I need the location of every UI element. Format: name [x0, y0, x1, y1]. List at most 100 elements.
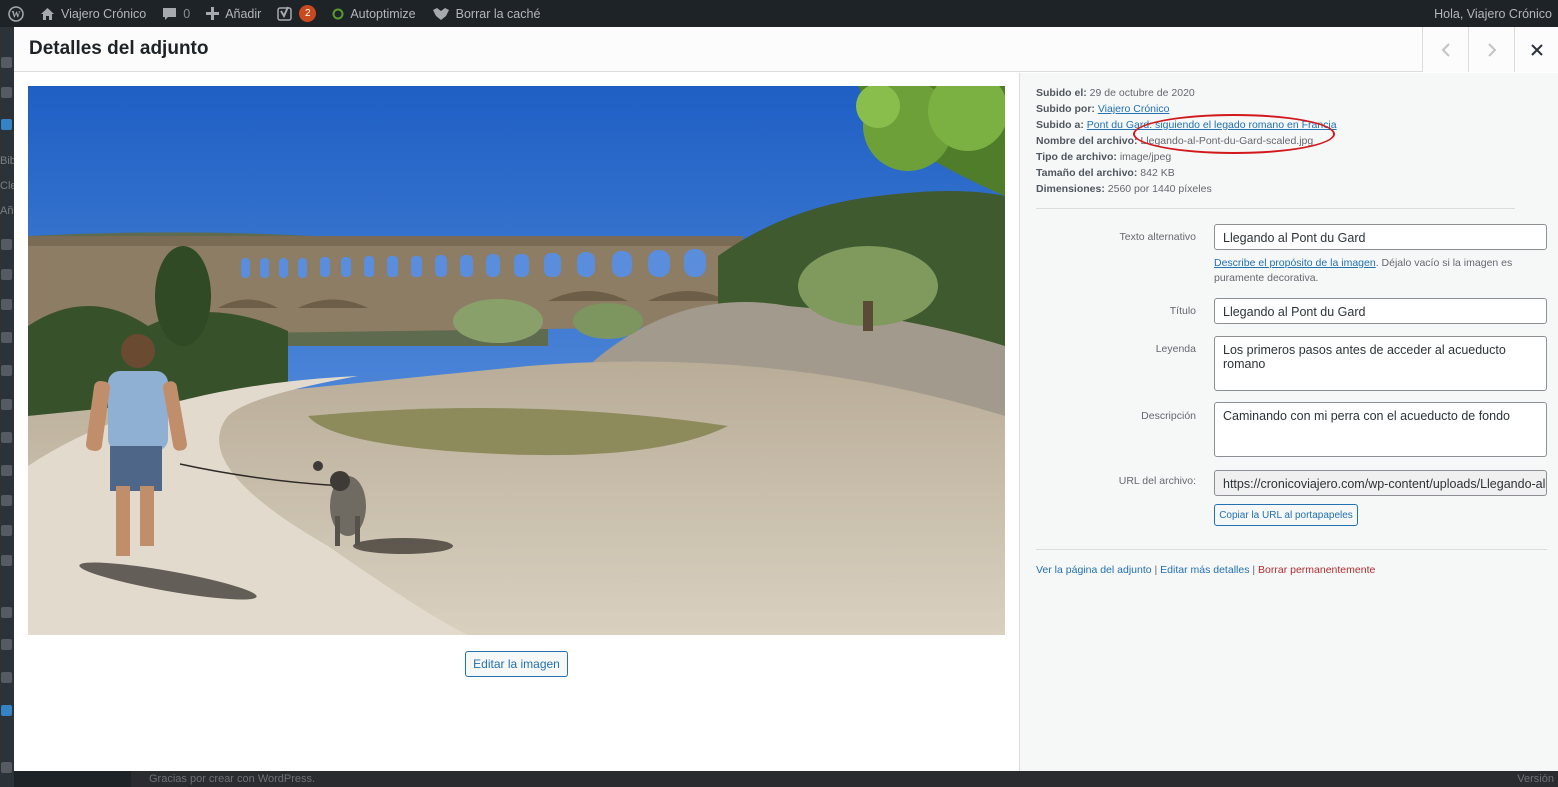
chevron-right-icon	[1487, 42, 1496, 57]
description-textarea[interactable]: Caminando con mi perra con el acueducto …	[1214, 402, 1547, 457]
file-details: Subido el: 29 de octubre de 2020 Subido …	[1036, 85, 1337, 197]
filename-value: Llegando-al-Pont-du-Gard-scaled.jpg	[1140, 135, 1314, 147]
divider	[1036, 208, 1515, 209]
uploaded-by-label: Subido por:	[1036, 103, 1095, 115]
filetype-row: Tipo de archivo: image/jpeg	[1036, 149, 1337, 165]
title-label: Título	[1169, 305, 1196, 317]
copy-url-button[interactable]: Copiar la URL al portapapeles	[1214, 504, 1358, 526]
filetype-value: image/jpeg	[1119, 151, 1172, 163]
menu-icon	[1, 607, 12, 618]
alt-text-hint: Describe el propósito de la imagen. Déja…	[1214, 256, 1544, 286]
uploaded-to-link[interactable]: Pont du Gard: siguiendo el legado romano…	[1087, 119, 1337, 131]
site-name: Viajero Crónico	[61, 6, 147, 21]
uploaded-on-row: Subido el: 29 de octubre de 2020	[1036, 85, 1337, 101]
alt-text-label: Texto alternativo	[1119, 231, 1196, 243]
dimensions-value: 2560 por 1440 píxeles	[1107, 183, 1212, 195]
uploaded-by-link[interactable]: Viajero Crónico	[1098, 103, 1170, 115]
yoast-notification-badge: 2	[299, 5, 317, 22]
attachment-image	[28, 86, 1005, 635]
menu-icon	[1, 465, 12, 476]
menu-icon	[1, 762, 12, 773]
next-attachment-button[interactable]	[1468, 27, 1514, 72]
previous-attachment-button[interactable]	[1422, 27, 1468, 72]
add-new-label: Añadir	[225, 6, 262, 21]
my-account-link[interactable]: Hola, Viajero Crónico	[1426, 0, 1558, 27]
description-label: Descripción	[1141, 410, 1196, 422]
photo-illustration	[28, 86, 1005, 635]
caption-textarea[interactable]: Los primeros pasos antes de acceder al a…	[1214, 336, 1547, 391]
attachment-actions: Ver la página del adjunto | Editar más d…	[1036, 564, 1375, 576]
filesize-label: Tamaño del archivo:	[1036, 167, 1138, 179]
clear-cache-label: Borrar la caché	[455, 6, 541, 21]
wordpress-icon: W	[8, 5, 24, 22]
menu-icon	[1, 399, 12, 410]
action-separator: |	[1249, 564, 1259, 576]
filename-label: Nombre del archivo:	[1036, 135, 1138, 147]
yoast-icon	[277, 6, 293, 21]
uploaded-on-value: 29 de octubre de 2020	[1089, 87, 1195, 99]
chevron-left-icon	[1441, 42, 1450, 57]
uploaded-to-row: Subido a: Pont du Gard: siguiendo el leg…	[1036, 117, 1337, 133]
menu-icon	[1, 495, 12, 506]
attachment-details-modal: Detalles del adjunto Editar la imagen Su…	[14, 27, 1558, 771]
modal-header: Detalles del adjunto	[14, 27, 1558, 72]
cache-icon	[432, 7, 449, 20]
action-separator: |	[1151, 564, 1161, 576]
filesize-row: Tamaño del archivo: 842 KB	[1036, 165, 1337, 181]
account-greeting: Hola, Viajero Crónico	[1434, 6, 1552, 21]
home-icon	[41, 7, 54, 20]
yoast-seo-link[interactable]: 2	[269, 0, 324, 27]
comments-link[interactable]: 0	[154, 0, 198, 27]
comments-count: 0	[183, 6, 191, 21]
view-attachment-page-link[interactable]: Ver la página del adjunto	[1036, 564, 1152, 576]
uploaded-to-label: Subido a:	[1036, 119, 1084, 131]
uploaded-on-label: Subido el:	[1036, 87, 1087, 99]
uploaded-by-row: Subido por: Viajero Crónico	[1036, 101, 1337, 117]
menu-icon	[1, 705, 12, 716]
menu-icon	[1, 365, 12, 376]
wordpress-logo-button[interactable]: W	[0, 0, 32, 27]
autoptimize-label: Autoptimize	[350, 6, 416, 21]
autoptimize-link[interactable]: Autoptimize	[324, 0, 423, 27]
add-new-link[interactable]: Añadir	[198, 0, 269, 27]
file-url-input[interactable]: https://cronicoviajero.com/wp-content/up…	[1214, 470, 1547, 496]
alt-text-input[interactable]: Llegando al Pont du Gard	[1214, 224, 1547, 250]
autoptimize-status-icon	[332, 8, 344, 19]
dimensions-label: Dimensiones:	[1036, 183, 1105, 195]
close-icon	[1530, 43, 1543, 56]
dimensions-row: Dimensiones: 2560 por 1440 píxeles	[1036, 181, 1337, 197]
menu-icon	[1, 57, 12, 68]
menu-icon	[1, 672, 12, 683]
close-modal-button[interactable]	[1514, 27, 1558, 72]
footer-version: Versión	[1517, 773, 1554, 785]
admin-bar: W Viajero Crónico 0 Añadir 2 Autoptimize…	[0, 0, 1558, 27]
menu-icon	[1, 239, 12, 250]
filename-row: Nombre del archivo: Llegando-al-Pont-du-…	[1036, 133, 1337, 149]
alt-text-help-link[interactable]: Describe el propósito de la imagen	[1214, 257, 1376, 269]
modal-title: Detalles del adjunto	[29, 38, 209, 59]
footer-thanks: Gracias por crear con WordPress.	[149, 773, 316, 785]
admin-side-menu: Bib Cle Añ	[0, 27, 14, 787]
svg-text:W: W	[12, 9, 21, 19]
menu-icon	[1, 119, 12, 130]
menu-icon	[1, 299, 12, 310]
attachment-media-view: Editar la imagen	[14, 73, 1019, 771]
admin-footer: Gracias por crear con WordPress. Versión	[131, 771, 1558, 787]
site-name-link[interactable]: Viajero Crónico	[32, 0, 154, 27]
delete-permanently-link[interactable]: Borrar permanentemente	[1258, 564, 1375, 576]
menu-icon	[1, 555, 12, 566]
menu-icon	[1, 332, 12, 343]
edit-more-details-link[interactable]: Editar más detalles	[1160, 564, 1249, 576]
filesize-value: 842 KB	[1140, 167, 1175, 179]
comment-icon	[163, 7, 177, 20]
caption-label: Leyenda	[1155, 343, 1196, 355]
menu-icon	[1, 269, 12, 280]
edit-image-button[interactable]: Editar la imagen	[465, 651, 568, 677]
title-input[interactable]: Llegando al Pont du Gard	[1214, 298, 1547, 324]
clear-cache-link[interactable]: Borrar la caché	[424, 0, 549, 27]
menu-icon	[1, 525, 12, 536]
attachment-details-sidebar: Subido el: 29 de octubre de 2020 Subido …	[1019, 73, 1558, 771]
collapse-menu-area	[14, 771, 131, 787]
plus-icon	[206, 7, 220, 20]
menu-icon	[1, 432, 12, 443]
